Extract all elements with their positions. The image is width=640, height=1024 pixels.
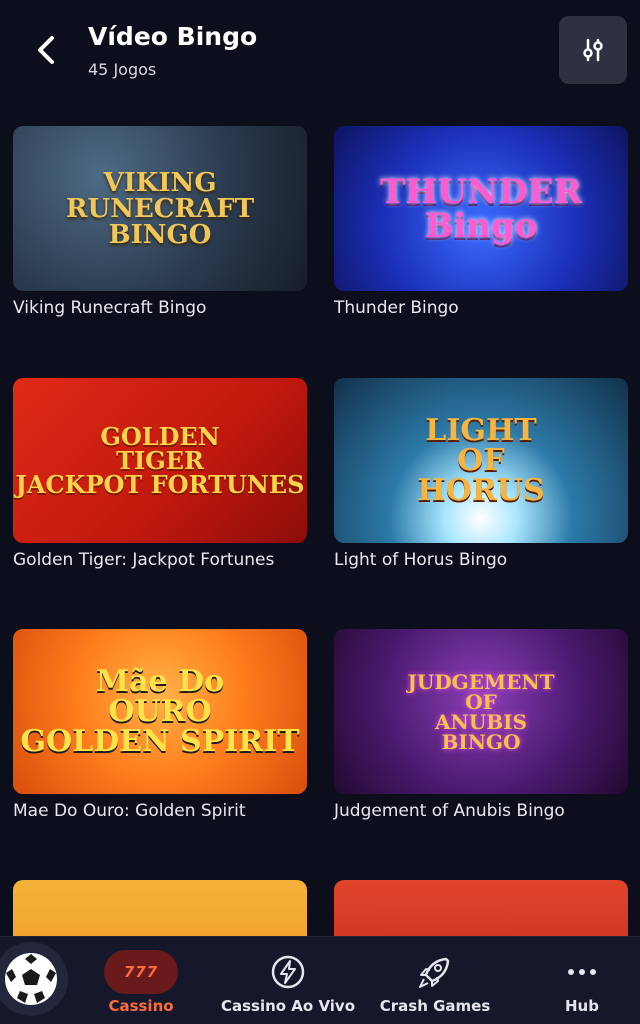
game-thumbnail[interactable]: Mãe Do OURO GOLDEN SPIRIT: [13, 629, 307, 794]
game-card[interactable]: JUDGEMENT OF ANUBIS BINGO Judgement of Anub…: [334, 629, 628, 821]
game-title: Mae Do Ouro: Golden Spirit: [13, 801, 246, 821]
nav-item-cassino-ao-vivo[interactable]: Cassino Ao Vivo: [218, 937, 358, 1024]
game-title: Thunder Bingo: [334, 298, 459, 318]
game-logo-text: VIKING RUNECRAFT BINGO: [65, 167, 255, 250]
game-title: Viking Runecraft Bingo: [13, 298, 207, 318]
game-title: Golden Tiger: Jackpot Fortunes: [13, 550, 275, 570]
nav-label-cassino: Cassino: [108, 997, 174, 1015]
game-logo-text: JUDGEMENT OF ANUBIS BINGO: [407, 669, 555, 754]
game-card[interactable]: LIGHT OF HORUS Light of Horus Bingo: [334, 378, 628, 570]
game-thumbnail[interactable]: GOLDEN TIGER JACKPOT FORTUNES: [13, 378, 307, 543]
lightning-circle-icon: [270, 949, 306, 995]
bottom-nav: 777 Cassino Cassino Ao Vivo Crash Games: [0, 936, 640, 1024]
more-dots-icon: [566, 949, 598, 995]
game-thumbnail[interactable]: JUDGEMENT OF ANUBIS BINGO: [334, 629, 628, 794]
nav-item-crash-games[interactable]: Crash Games: [378, 937, 492, 1024]
game-grid: VIKING RUNECRAFT BINGO Viking Runecraft Bi…: [0, 0, 640, 1024]
game-logo-text: THUNDER Bingo: [380, 171, 582, 246]
slot-777-icon: 777: [104, 949, 178, 995]
nav-item-hub[interactable]: Hub: [548, 937, 616, 1024]
sports-shortcut-button[interactable]: [0, 942, 68, 1016]
game-card[interactable]: VIKING RUNECRAFT BINGO Viking Runecraft Bi…: [13, 126, 307, 318]
game-logo-text: Mãe Do OURO GOLDEN SPIRIT: [20, 663, 300, 759]
rocket-icon: [416, 949, 454, 995]
nav-label-cassino-ao-vivo: Cassino Ao Vivo: [220, 997, 356, 1015]
nav-label-crash-games: Crash Games: [379, 997, 491, 1015]
nav-item-cassino[interactable]: 777 Cassino: [104, 937, 178, 1024]
nav-active-pill: 777: [104, 950, 178, 994]
nav-label-hub: Hub: [565, 997, 599, 1015]
game-title: Judgement of Anubis Bingo: [334, 801, 565, 821]
game-thumbnail[interactable]: VIKING RUNECRAFT BINGO: [13, 126, 307, 291]
game-thumbnail[interactable]: THUNDER Bingo: [334, 126, 628, 291]
game-card[interactable]: Mãe Do OURO GOLDEN SPIRIT Mae Do Ouro: Gol…: [13, 629, 307, 821]
game-logo-text: GOLDEN TIGER JACKPOT FORTUNES: [15, 421, 305, 499]
game-logo-text: LIGHT OF HORUS: [417, 412, 545, 508]
game-title: Light of Horus Bingo: [334, 550, 508, 570]
soccer-ball-icon: [5, 953, 57, 1005]
game-card[interactable]: THUNDER Bingo Thunder Bingo: [334, 126, 628, 318]
game-thumbnail[interactable]: LIGHT OF HORUS: [334, 378, 628, 543]
game-card[interactable]: GOLDEN TIGER JACKPOT FORTUNES Golden Tiger…: [13, 378, 307, 570]
